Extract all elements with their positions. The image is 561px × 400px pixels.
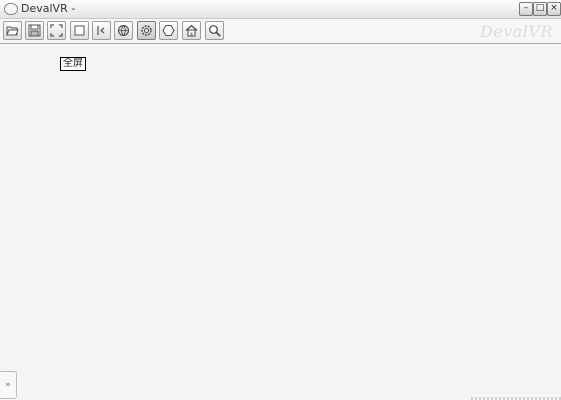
single-view-icon — [74, 25, 85, 36]
toolbar: DevalVR — [0, 19, 561, 44]
hexagon-icon — [162, 24, 175, 37]
fullscreen-tooltip: 全屏 — [60, 57, 86, 71]
home-button[interactable] — [182, 21, 201, 40]
app-icon[interactable] — [4, 3, 18, 15]
save-icon — [28, 24, 41, 37]
panorama-viewport[interactable]: 全屏 » — [0, 44, 561, 400]
fullscreen-icon — [50, 24, 63, 37]
fullscreen-button[interactable] — [47, 21, 66, 40]
save-button[interactable] — [25, 21, 44, 40]
maximize-button[interactable]: □ — [533, 2, 547, 16]
zoom-icon — [209, 25, 221, 37]
split-view-button[interactable] — [92, 21, 111, 40]
side-panel-toggle[interactable]: » — [0, 371, 17, 399]
sphere-icon — [118, 25, 129, 36]
single-view-button[interactable] — [70, 21, 89, 40]
settings-icon — [141, 25, 152, 36]
close-button[interactable]: × — [547, 2, 561, 16]
devalvr-logo: DevalVR — [479, 22, 553, 41]
sphere-button[interactable] — [114, 21, 133, 40]
open-icon — [6, 26, 19, 36]
window-title: DevalVR - — [21, 2, 76, 15]
hexagon-button[interactable] — [159, 21, 178, 40]
split-view-icon — [97, 26, 105, 35]
title-bar: DevalVR - – □ × — [0, 0, 561, 19]
home-icon — [185, 24, 198, 37]
open-button[interactable] — [3, 21, 22, 40]
minimize-button[interactable]: – — [519, 2, 533, 16]
zoom-button[interactable] — [205, 21, 224, 40]
settings-button[interactable] — [137, 21, 156, 40]
